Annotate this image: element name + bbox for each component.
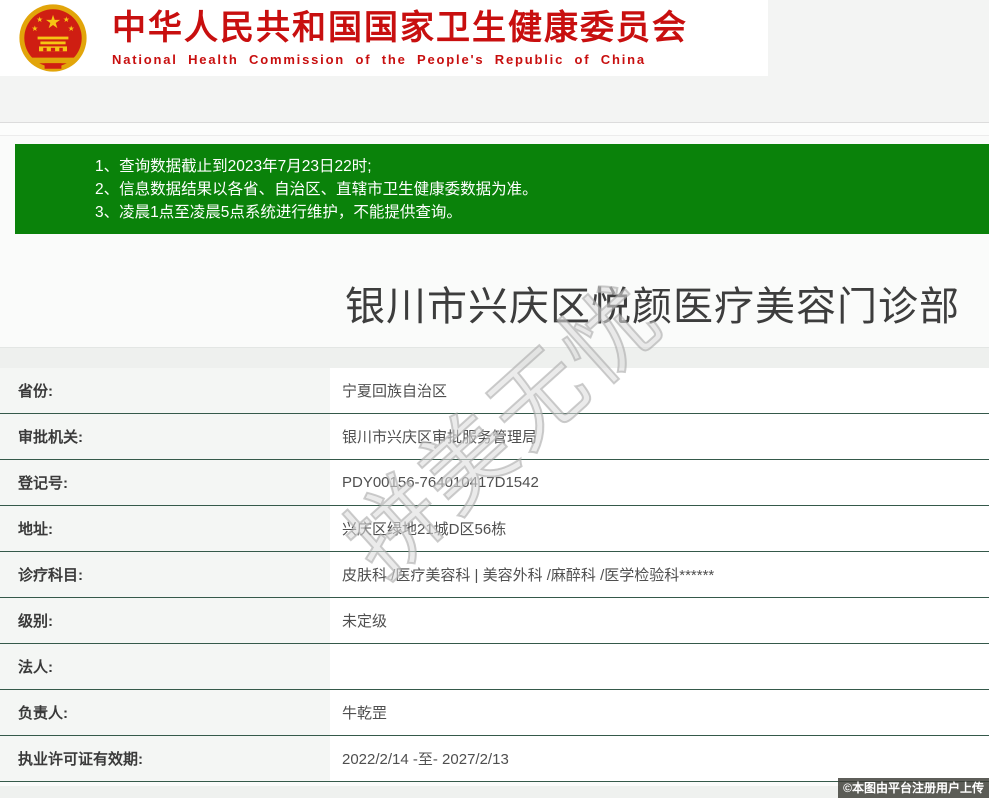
svg-text:★: ★ [63,15,70,24]
svg-text:★: ★ [36,15,43,24]
field-label: 执业许可证有效期: [0,736,330,781]
field-label: 审批机关: [0,414,330,459]
table-row-address: 地址: 兴庆区绿地21城D区56栋 [0,506,989,552]
notice-box: 1、查询数据截止到2023年7月23日22时; 2、信息数据结果以各省、自治区、… [15,144,989,234]
field-value: 皮肤科 /医疗美容科 | 美容外科 /麻醉科 /医学检验科****** [330,552,989,597]
sub-strip [0,123,989,136]
field-value: PDY00156-764010417D1542 [330,460,989,505]
field-label: 地址: [0,506,330,551]
table-row-registration-number: 登记号: PDY00156-764010417D1542 [0,460,989,506]
field-value: 银川市兴庆区审批服务管理局 [330,414,989,459]
svg-text:★: ★ [31,24,38,33]
field-label: 登记号: [0,460,330,505]
site-header: ★ ★ ★ ★ ★ 中华人民共和国国家卫生健康委员会 National Heal… [0,0,768,76]
notice-line-1: 1、查询数据截止到2023年7月23日22时; [95,158,372,175]
page: ★ ★ ★ ★ ★ 中华人民共和国国家卫生健康委员会 National Heal… [0,0,989,798]
field-value: 兴庆区绿地21城D区56栋 [330,506,989,551]
institution-name-title: 银川市兴庆区悦颜医疗美容门诊部 [345,285,960,329]
field-value: 宁夏回族自治区 [330,368,989,413]
field-label: 法人: [0,644,330,689]
table-row-legal-person: 法人: [0,644,989,690]
header-titles: 中华人民共和国国家卫生健康委员会 National Health Commiss… [112,8,688,68]
table-row-departments: 诊疗科目: 皮肤科 /医疗美容科 | 美容外科 /麻醉科 /医学检验科*****… [0,552,989,598]
notice-line-2: 2、信息数据结果以各省、自治区、直辖市卫生健康委数据为准。 [95,181,538,198]
table-row-approval-authority: 审批机关: 银川市兴庆区审批服务管理局 [0,414,989,460]
site-title-chinese: 中华人民共和国国家卫生健康委员会 [112,8,688,47]
svg-text:★: ★ [68,24,75,33]
national-emblem-icon: ★ ★ ★ ★ ★ [19,4,87,72]
corner-attribution-watermark: ©本图由平台注册用户上传 [838,778,989,798]
field-label: 省份: [0,368,330,413]
field-value: 牛乾罡 [330,690,989,735]
field-value: 2022/2/14 -至- 2027/2/13 [330,736,989,781]
table-row-province: 省份: 宁夏回族自治区 [0,368,989,414]
notice-line-3: 3、凌晨1点至凌晨5点系统进行维护，不能提供查询。 [95,204,462,221]
field-label: 诊疗科目: [0,552,330,597]
detail-table: 省份: 宁夏回族自治区 审批机关: 银川市兴庆区审批服务管理局 登记号: PDY… [0,347,989,782]
field-label: 级别: [0,598,330,643]
table-row-license-validity: 执业许可证有效期: 2022/2/14 -至- 2027/2/13 [0,736,989,782]
table-spacer [0,348,989,368]
table-row-level: 级别: 未定级 [0,598,989,644]
field-value: 未定级 [330,598,989,643]
site-title-english: National Health Commission of the People… [112,52,646,68]
svg-text:★: ★ [45,12,61,32]
field-label: 负责人: [0,690,330,735]
table-row-person-in-charge: 负责人: 牛乾罡 [0,690,989,736]
field-value [330,644,989,689]
